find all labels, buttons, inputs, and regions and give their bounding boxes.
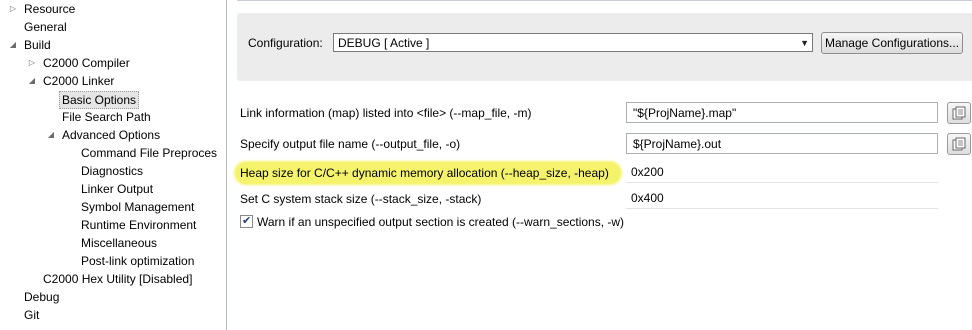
- tree-item-label: C2000 Compiler: [43, 56, 130, 70]
- browse-file-icon: [952, 137, 966, 151]
- map-file-value: "${ProjName}.map": [633, 106, 737, 120]
- properties-tree: ▷ Resource General ◢ Build ▷ C2000 Compi…: [0, 0, 227, 330]
- tree-item-label: Advanced Options: [62, 128, 161, 142]
- tree-item-label: Diagnostics: [81, 164, 144, 178]
- stack-size-value: 0x400: [631, 191, 664, 205]
- warn-sections-label: Warn if an unspecified output section is…: [257, 215, 625, 229]
- tree-item-label: Debug: [24, 290, 60, 304]
- tree-item-label: Resource: [24, 2, 76, 16]
- tree-item-label: File Search Path: [62, 110, 151, 124]
- tree-item-general[interactable]: General: [0, 18, 226, 36]
- heap-size-label: Heap size for C/C++ dynamic memory alloc…: [240, 166, 609, 180]
- tree-item-label: Basic Options: [59, 91, 140, 109]
- collapse-arrow-icon[interactable]: ◢: [8, 36, 18, 54]
- collapse-arrow-icon[interactable]: ◢: [27, 72, 37, 90]
- output-file-value: ${ProjName}.out: [633, 137, 722, 151]
- tree-item-label: General: [24, 20, 67, 34]
- tree-item-build[interactable]: ◢ Build: [0, 36, 226, 54]
- configuration-value: DEBUG [ Active ]: [338, 36, 430, 50]
- output-file-browse-button[interactable]: [947, 133, 971, 155]
- collapse-arrow-icon[interactable]: ◢: [46, 126, 56, 144]
- stack-size-label: Set C system stack size (--stack_size, -…: [240, 192, 482, 206]
- browse-file-icon: [952, 106, 966, 120]
- configuration-label: Configuration:: [248, 36, 323, 50]
- tree-item-advanced-options[interactable]: ◢ Advanced Options: [0, 126, 226, 144]
- tree-item-post-link-optimization[interactable]: Post-link optimization: [0, 252, 226, 270]
- checkmark-icon: ✔: [242, 215, 252, 227]
- tree-item-symbol-management[interactable]: Symbol Management: [0, 198, 226, 216]
- tree-item-basic-options[interactable]: Basic Options: [0, 91, 226, 109]
- tree-item-c2000-linker[interactable]: ◢ C2000 Linker: [0, 72, 226, 90]
- map-file-input[interactable]: "${ProjName}.map": [626, 102, 938, 123]
- tree-item-linker-output[interactable]: Linker Output: [0, 180, 226, 198]
- tree-item-c2000-hex-utility[interactable]: C2000 Hex Utility [Disabled]: [0, 270, 226, 288]
- tree-item-command-file-preprocessing[interactable]: Command File Preproces: [0, 144, 226, 162]
- expand-arrow-icon[interactable]: ▷: [27, 54, 37, 72]
- tree-item-label: Runtime Environment: [81, 218, 197, 232]
- tree-item-label: Command File Preproces: [81, 146, 218, 160]
- expand-arrow-icon[interactable]: ▷: [8, 0, 18, 18]
- tree-item-label: Post-link optimization: [81, 254, 195, 268]
- stack-size-input[interactable]: 0x400: [626, 188, 938, 209]
- tree-item-label: Git: [24, 308, 40, 322]
- tree-item-diagnostics[interactable]: Diagnostics: [0, 162, 226, 180]
- tree-item-git[interactable]: Git: [0, 306, 226, 324]
- tree-item-label: Symbol Management: [81, 200, 195, 214]
- tree-item-resource[interactable]: ▷ Resource: [0, 0, 226, 18]
- tree-item-miscellaneous[interactable]: Miscellaneous: [0, 234, 226, 252]
- output-file-label: Specify output file name (--output_file,…: [240, 137, 461, 151]
- tree-item-label: C2000 Linker: [43, 74, 115, 88]
- map-file-label: Link information (map) listed into <file…: [240, 106, 532, 120]
- warn-sections-checkbox[interactable]: ✔: [240, 215, 253, 228]
- tree-item-label: C2000 Hex Utility [Disabled]: [43, 272, 193, 286]
- map-file-browse-button[interactable]: [947, 102, 971, 124]
- tree-item-c2000-compiler[interactable]: ▷ C2000 Compiler: [0, 54, 226, 72]
- heap-size-input[interactable]: 0x200: [626, 162, 938, 183]
- tree-item-runtime-environment[interactable]: Runtime Environment: [0, 216, 226, 234]
- output-file-input[interactable]: ${ProjName}.out: [626, 133, 938, 154]
- manage-configurations-button[interactable]: Manage Configurations...: [821, 32, 963, 54]
- dropdown-arrow-icon[interactable]: ▼: [800, 35, 809, 51]
- tree-item-file-search-path[interactable]: File Search Path: [0, 108, 226, 126]
- tree-item-label: Build: [24, 38, 51, 52]
- configuration-select[interactable]: DEBUG [ Active ] ▼: [333, 33, 813, 52]
- heap-size-value: 0x200: [631, 165, 664, 179]
- tree-item-label: Linker Output: [81, 182, 154, 196]
- tree-item-debug[interactable]: Debug: [0, 288, 226, 306]
- tree-item-label: Miscellaneous: [81, 236, 158, 250]
- panel-divider: [237, 0, 972, 1]
